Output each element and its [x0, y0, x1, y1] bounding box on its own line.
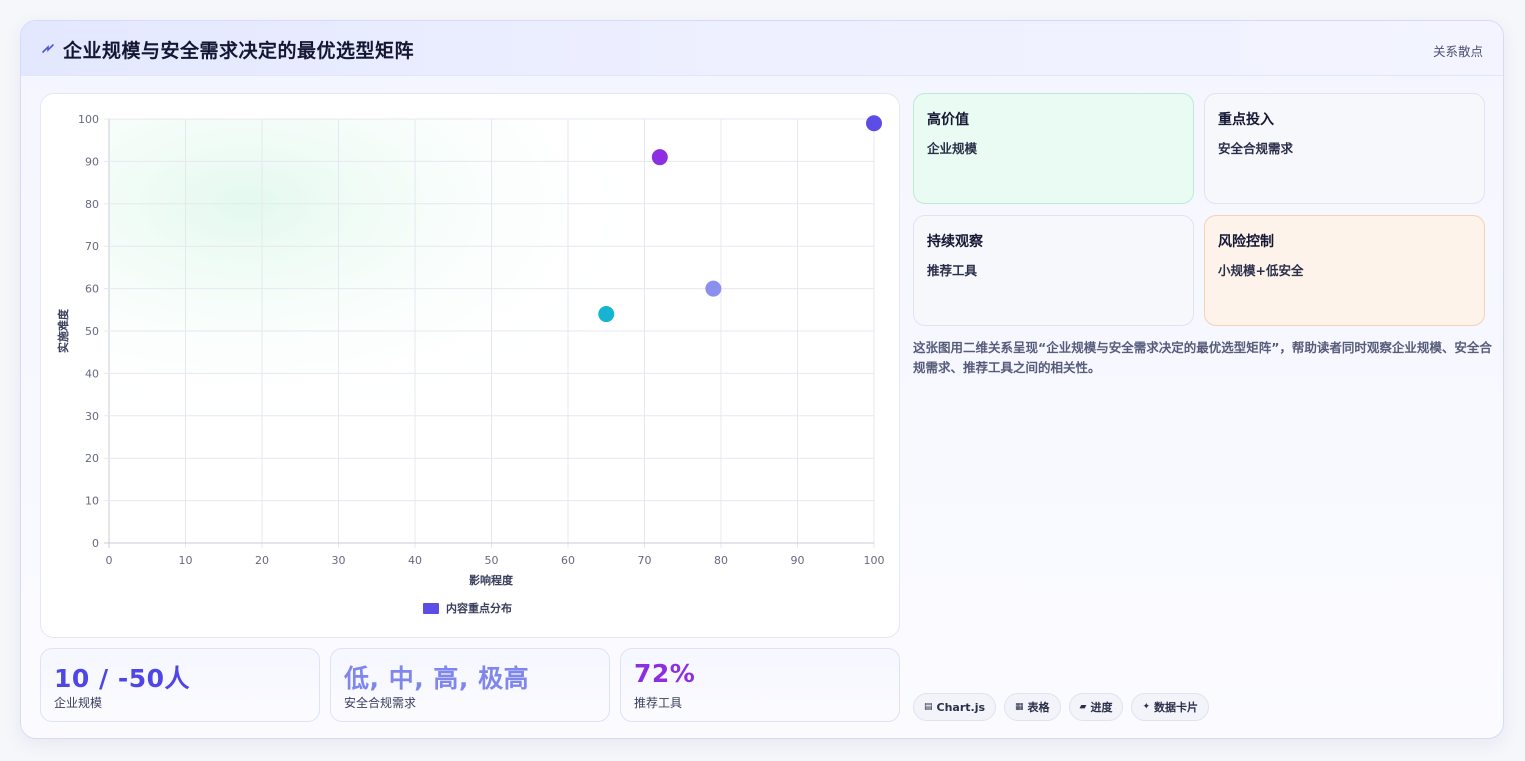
x-tick-label: 0 — [106, 554, 113, 567]
table-icon: ▦ — [1015, 702, 1024, 712]
chip-label: 进度 — [1090, 701, 1113, 714]
chart-icon: ▤ — [924, 702, 933, 712]
x-tick-label: 30 — [332, 554, 346, 567]
chip-data-card[interactable]: ✦ 数据卡片 — [1131, 693, 1210, 721]
y-tick-label: 70 — [85, 240, 99, 253]
chip-progress[interactable]: ▰ 进度 — [1068, 693, 1124, 721]
scatter-chart: 0 10 20 30 40 50 60 70 80 90 100 0 10 20 30 40 50 60 70 80 9… — [56, 113, 885, 615]
y-tick-label: 100 — [78, 113, 99, 126]
scatter-point — [651, 149, 668, 166]
y-tick-label: 10 — [85, 495, 99, 508]
y-tick-label: 80 — [85, 198, 99, 211]
scatter-point — [598, 306, 615, 323]
chip-label: 表格 — [1027, 701, 1050, 714]
quadrant-title: 重点投入 — [1218, 112, 1274, 128]
kpi-value: 10 / -50人 — [54, 664, 190, 693]
quadrant-key-investment: 重点投入 安全合规需求 — [1204, 93, 1485, 204]
main-card: 企业规模与安全需求决定的最优选型矩阵 关系散点 0 10 20 30 40 50 60 70 8… — [20, 20, 1504, 739]
kpi-value: 72% — [634, 659, 696, 688]
quadrant-title: 风险控制 — [1218, 234, 1274, 250]
quadrant-risk-control: 风险控制 小规模+低安全 — [1204, 215, 1485, 326]
quadrant-title: 高价值 — [927, 112, 969, 128]
page-title: 企业规模与安全需求决定的最优选型矩阵 — [63, 40, 415, 62]
x-tick-label: 70 — [638, 554, 652, 567]
quadrant-high-value: 高价值 企业规模 — [913, 93, 1194, 204]
quadrant-watch: 持续观察 推荐工具 — [913, 215, 1194, 326]
card-header: 企业规模与安全需求决定的最优选型矩阵 关系散点 — [21, 21, 1503, 76]
x-axis-label: 影响程度 — [469, 573, 514, 587]
kpi-card-company-size: 10 / -50人 企业规模 — [40, 648, 320, 722]
kpi-label: 推荐工具 — [634, 696, 683, 710]
scatter-point — [866, 115, 882, 132]
chip-chartjs[interactable]: ▤ Chart.js — [913, 693, 997, 721]
y-tick-label: 20 — [85, 452, 99, 465]
kpi-label: 企业规模 — [54, 696, 103, 710]
y-tick-label: 90 — [85, 155, 99, 168]
sparkle-icon: ✦ — [1142, 702, 1151, 712]
chip-table[interactable]: ▦ 表格 — [1004, 693, 1061, 721]
lightning-icon — [42, 44, 54, 53]
quadrant-subtitle: 推荐工具 — [927, 263, 978, 278]
progress-icon: ▰ — [1079, 702, 1087, 712]
x-tick-label: 40 — [408, 554, 422, 567]
x-tick-label: 50 — [485, 554, 499, 567]
scatter-point — [705, 280, 722, 297]
quadrant-subtitle: 小规模+低安全 — [1218, 263, 1304, 278]
x-tick-label: 20 — [255, 554, 269, 567]
kpi-card-tools: 72% 推荐工具 — [620, 648, 900, 722]
y-tick-label: 60 — [85, 283, 99, 296]
kpi-label: 安全合规需求 — [344, 696, 417, 710]
scatter-chart-panel: 0 10 20 30 40 50 60 70 80 90 100 0 10 20 30 40 50 60 70 80 9… — [40, 93, 900, 638]
legend-label: 内容重点分布 — [446, 601, 512, 615]
legend[interactable]: 内容重点分布 — [423, 601, 512, 615]
chart-description: 这张图用二维关系呈现“企业规模与安全需求决定的最优选型矩阵”，帮助读者同时观察企… — [913, 340, 1492, 375]
chart-type-tag: 关系散点 — [1432, 44, 1483, 59]
y-tick-label: 30 — [85, 410, 99, 423]
x-tick-label: 100 — [864, 554, 885, 567]
y-tick-label: 40 — [85, 367, 99, 380]
quadrant-subtitle: 企业规模 — [927, 141, 978, 156]
x-tick-label: 10 — [179, 554, 193, 567]
quadrant-subtitle: 安全合规需求 — [1218, 141, 1294, 156]
quadrant-title: 持续观察 — [927, 234, 983, 250]
x-tick-label: 90 — [791, 554, 805, 567]
chip-label: 数据卡片 — [1154, 701, 1199, 714]
legend-swatch — [423, 603, 439, 614]
kpi-card-security: 低, 中, 高, 极高 安全合规需求 — [330, 648, 610, 722]
y-axis-label: 实施难度 — [56, 308, 70, 353]
x-tick-label: 80 — [714, 554, 728, 567]
y-tick-label: 0 — [92, 537, 99, 550]
feature-chips: ▤ Chart.js ▦ 表格 ▰ 进度 ✦ 数据卡片 — [913, 693, 1210, 721]
x-tick-label: 60 — [561, 554, 575, 567]
chip-label: Chart.js — [936, 700, 986, 714]
y-tick-label: 50 — [85, 325, 99, 338]
kpi-value: 低, 中, 高, 极高 — [344, 664, 530, 693]
